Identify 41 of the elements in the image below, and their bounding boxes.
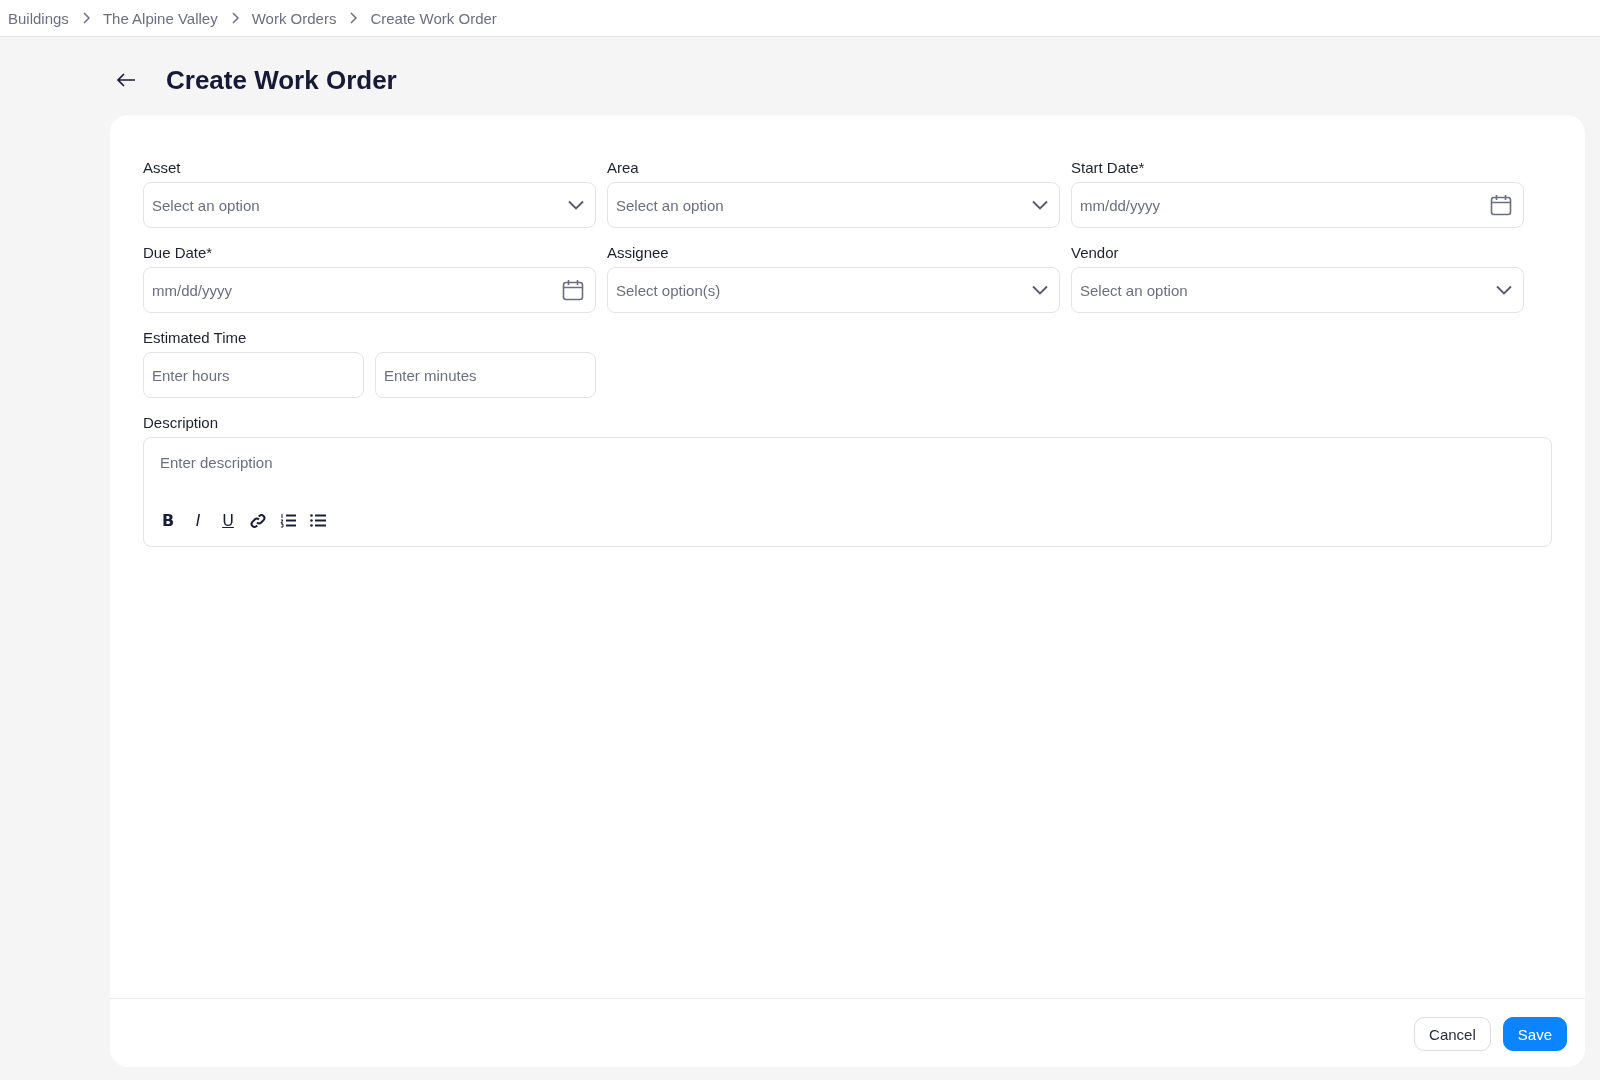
numbered-list-icon[interactable] bbox=[280, 513, 296, 528]
breadcrumb-link[interactable]: Work Orders bbox=[251, 9, 337, 27]
page-title: Create Work Order bbox=[166, 64, 397, 96]
chevron-down-icon bbox=[1032, 285, 1048, 295]
placeholder-text: Enter description bbox=[160, 454, 274, 471]
field-label: Assignee bbox=[607, 244, 670, 261]
select-field[interactable]: Select an option bbox=[607, 182, 1060, 228]
italic-button[interactable]: I bbox=[190, 511, 206, 530]
input-field[interactable]: Enter minutes bbox=[375, 352, 596, 398]
breadcrumb-link[interactable]: The Alpine Valley bbox=[102, 9, 218, 27]
chevron-right-icon bbox=[349, 12, 358, 24]
field-label: Description bbox=[143, 414, 220, 431]
cancel-button[interactable]: Cancel bbox=[1414, 1017, 1491, 1051]
underline-button[interactable]: U bbox=[220, 511, 236, 530]
link-icon[interactable] bbox=[250, 512, 266, 529]
calendar-icon bbox=[562, 279, 584, 301]
chevron-right-icon bbox=[81, 12, 90, 24]
field-label: Area bbox=[607, 159, 640, 176]
field-label: Estimated Time bbox=[143, 329, 248, 346]
field-label: Start Date* bbox=[1071, 159, 1146, 176]
chevron-right-icon bbox=[230, 12, 239, 24]
field-label: Vendor bbox=[1071, 244, 1120, 261]
calendar-icon bbox=[1490, 194, 1512, 216]
description-editor[interactable]: Enter description B I U bbox=[143, 437, 1552, 547]
breadcrumb-link[interactable]: Create Work Order bbox=[370, 9, 497, 27]
bullet-list-icon[interactable] bbox=[310, 514, 326, 527]
breadcrumb-link[interactable]: Buildings bbox=[8, 9, 69, 27]
save-button[interactable]: Save bbox=[1502, 1017, 1567, 1051]
date-field[interactable]: mm/dd/yyyy bbox=[1071, 182, 1524, 228]
select-field[interactable]: Select option(s) bbox=[607, 267, 1060, 313]
bold-button[interactable]: B bbox=[160, 511, 176, 530]
select-field[interactable]: Select an option bbox=[1071, 267, 1524, 313]
chevron-down-icon bbox=[1496, 285, 1512, 295]
date-field[interactable]: mm/dd/yyyy bbox=[143, 267, 596, 313]
chevron-down-icon bbox=[1032, 200, 1048, 210]
select-field[interactable]: Select an option bbox=[143, 182, 596, 228]
field-label: Due Date* bbox=[143, 244, 214, 261]
chevron-down-icon bbox=[568, 200, 584, 210]
field-label: Asset bbox=[143, 159, 182, 176]
input-field[interactable]: Enter hours bbox=[143, 352, 364, 398]
back-arrow-icon[interactable] bbox=[116, 72, 136, 88]
